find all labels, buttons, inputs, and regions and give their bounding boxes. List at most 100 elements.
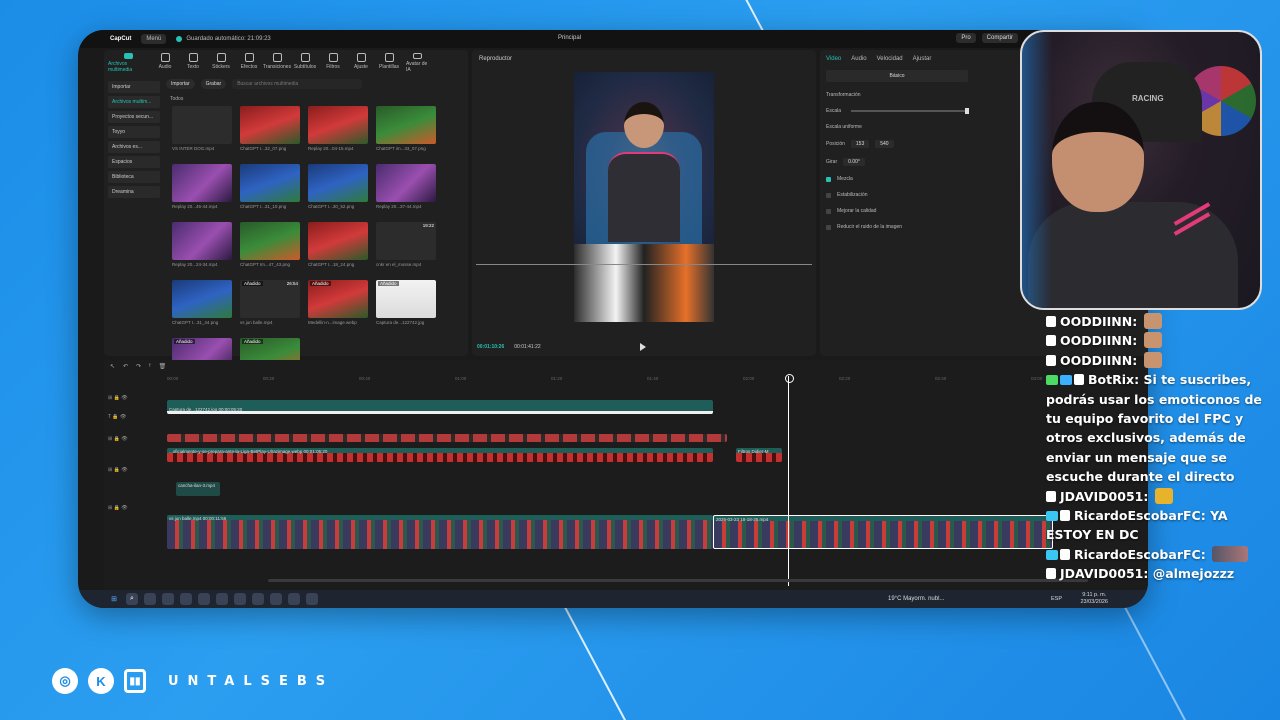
media-thumbnail[interactable]: ChatGPT im...33_07.png xyxy=(376,106,436,156)
sidebar-item[interactable]: Importar xyxy=(108,81,160,93)
media-thumbnail[interactable]: Medellin-n...image.webp Añadido xyxy=(308,280,368,330)
enhance-checkbox[interactable] xyxy=(826,208,831,214)
tool-3[interactable]: Stickers xyxy=(210,53,232,73)
windows-start-icon[interactable]: ⊞ xyxy=(108,593,120,605)
track-headers: ⊞ 🔒 👁 T 🔒 👁 ⊞ 🔒 👁 ⊞ 🔒 👁 ⊞ 🔒 👁 xyxy=(104,388,164,528)
position-x-field[interactable]: 153 xyxy=(850,140,870,148)
redo-icon[interactable]: ↷ xyxy=(136,363,141,370)
import-button[interactable]: Importar xyxy=(166,79,195,89)
tool-0[interactable]: Archivos multimedia xyxy=(108,53,148,73)
tab-velocidad[interactable]: Velocidad xyxy=(877,56,903,62)
outlook-icon[interactable] xyxy=(234,593,246,605)
brave-icon[interactable] xyxy=(270,593,282,605)
chrome-icon[interactable] xyxy=(216,593,228,605)
timeline-ruler[interactable]: 00:00 00:20 00:40 01:00 01:20 01:40 02:00 02:20… xyxy=(167,376,1148,384)
record-button[interactable]: Grabar xyxy=(200,79,227,89)
preview-frame[interactable] xyxy=(574,72,714,322)
media-thumbnail[interactable]: ChatGPT I...32_07.png xyxy=(240,106,300,156)
tool-2[interactable]: Texto xyxy=(182,53,204,73)
selected-video-clip[interactable]: 2026-03-23 18-18-35.mp4 xyxy=(713,515,1053,549)
filter-clip[interactable]: Filtros Didier-M xyxy=(736,448,782,462)
language-indicator[interactable]: ESP xyxy=(1051,596,1062,602)
select-tool-icon[interactable]: ↖ xyxy=(110,363,115,370)
sub-badge-icon xyxy=(1046,511,1058,522)
chat-message: RicardoEscobarFC: xyxy=(1046,545,1270,564)
media-thumbnail[interactable]: ChatGPT I...30_52.png xyxy=(308,164,368,214)
tool-10[interactable]: Avatar de IA xyxy=(406,53,428,73)
media-thumbnail[interactable]: ChatGPT I...31_44.png xyxy=(172,280,232,330)
media-search-input[interactable]: Buscar archivos multimedia xyxy=(232,79,363,89)
sidebar-item[interactable]: Archivos es... xyxy=(108,141,160,153)
store-icon[interactable] xyxy=(198,593,210,605)
rotate-field[interactable]: 0.00° xyxy=(843,158,865,166)
main-video-clip[interactable]: vs jun balle.mp4 00:00:11:56 xyxy=(167,515,713,549)
media-thumbnail[interactable]: ChatGPT I...31_10.png xyxy=(240,164,300,214)
chat-username: JDAVID0051 xyxy=(1060,488,1144,504)
obs-icon[interactable] xyxy=(252,593,264,605)
sidebar-item[interactable]: Biblioteca xyxy=(108,171,160,183)
tab-audio[interactable]: Audio xyxy=(851,56,866,62)
decor-stripe xyxy=(560,599,628,720)
image-clip[interactable]: Captura de...122742.jpg 00:00:05:20 xyxy=(167,400,713,414)
sidebar-item[interactable]: Espacios xyxy=(108,156,160,168)
basic-tab[interactable]: Básico xyxy=(826,70,968,82)
media-thumbnail[interactable]: Replay 20...37-44.mp4 xyxy=(376,164,436,214)
media-thumbnail[interactable]: ChatGPT Im...47_43.png xyxy=(240,222,300,272)
media-thumbnail[interactable]: vs jun balle.mp4 Añadido 26:54 xyxy=(240,280,300,330)
undo-icon[interactable]: ↶ xyxy=(123,363,128,370)
explorer-icon[interactable] xyxy=(180,593,192,605)
emote-icon xyxy=(1143,313,1162,329)
tool-6[interactable]: Subtítulos xyxy=(294,53,316,73)
tool-8[interactable]: Ajuste xyxy=(350,53,372,73)
stabilize-checkbox[interactable] xyxy=(826,192,831,198)
sidebar-item[interactable]: Toyyo xyxy=(108,126,160,138)
playhead[interactable] xyxy=(785,374,794,586)
pro-button[interactable]: Pro xyxy=(956,33,976,43)
chat-message: RicardoEscobarFC: YA ESTOY EN DC xyxy=(1046,508,1228,543)
menu-button[interactable]: Menú xyxy=(141,34,167,44)
scale-slider[interactable] xyxy=(851,108,970,114)
position-y-field[interactable]: 540 xyxy=(875,140,894,148)
twitch-icon: ▮▮ xyxy=(124,669,146,693)
chat-username: OODDIINN xyxy=(1060,352,1133,368)
tiktok-icon[interactable] xyxy=(288,593,300,605)
split-icon[interactable]: ⟊ xyxy=(149,363,151,369)
edge-icon[interactable] xyxy=(162,593,174,605)
tab-video[interactable]: Video xyxy=(826,56,841,62)
small-clip[interactable]: cancha-ilan-3.mp4 xyxy=(176,482,220,496)
share-button[interactable]: Compartir xyxy=(981,33,1018,43)
system-clock[interactable]: 9:11 p. m. 23/03/2026 xyxy=(1080,592,1108,606)
tool-5[interactable]: Transiciones xyxy=(263,53,291,73)
search-icon[interactable]: ⌕ xyxy=(126,593,138,605)
weather-widget[interactable]: 19°C Mayorm. nubl... xyxy=(888,596,944,602)
ruler-tick: 00:00 xyxy=(167,376,179,381)
overlay-clip[interactable]: ...oficialmente-y-se-prepara-ante-la-Lig… xyxy=(167,448,713,462)
media-thumbnail[interactable]: Captura de...122742.jpg Añadido xyxy=(376,280,436,330)
sidebar-item[interactable]: Dreamina xyxy=(108,186,160,198)
play-icon[interactable] xyxy=(640,343,646,351)
media-thumbnail[interactable]: Replay 20...04-15.mp4 xyxy=(308,106,368,156)
tool-4[interactable]: Efectos xyxy=(238,53,260,73)
tool-7[interactable]: Filtros xyxy=(322,53,344,73)
denoise-checkbox[interactable] xyxy=(826,224,831,230)
window-title: Principal xyxy=(558,35,582,41)
media-thumbnail[interactable]: Replay 20...45-44.mp4 xyxy=(172,164,232,214)
windows-taskbar: ⊞ ⌕ 19°C Mayorm. nubl... ESP 9:11 p. m. 2… xyxy=(78,590,1148,608)
media-thumbnail[interactable]: VS INTER DOG.mp4 xyxy=(172,106,232,156)
text-track[interactable] xyxy=(167,434,727,442)
tool-1[interactable]: Audio xyxy=(154,53,176,73)
sidebar-item[interactable]: Proyectos secun... xyxy=(108,111,160,123)
media-thumbnail[interactable]: cnkr en el_mosse.mp4 19:22 xyxy=(376,222,436,272)
chat-text: @almejozzz xyxy=(1152,566,1235,582)
media-thumbnail[interactable]: Replay 20...24-34.mp4 xyxy=(172,222,232,272)
delete-icon[interactable]: 🗑 xyxy=(159,363,167,370)
taskbar-app-icon[interactable] xyxy=(144,593,156,605)
media-thumbnail[interactable]: ChatGPT I...18_24.png xyxy=(308,222,368,272)
tab-ajustar[interactable]: Ajustar xyxy=(913,56,932,62)
sidebar-item[interactable]: Archivos multim... xyxy=(108,96,160,108)
timeline-scrollbar[interactable] xyxy=(268,579,1088,582)
blend-checkbox[interactable] xyxy=(826,176,831,182)
media-panel: Archivos multimedia Audio Texto Stickers Efe… xyxy=(104,50,468,383)
capcut-taskbar-icon[interactable] xyxy=(306,593,318,605)
tool-9[interactable]: Plantillas xyxy=(378,53,400,73)
